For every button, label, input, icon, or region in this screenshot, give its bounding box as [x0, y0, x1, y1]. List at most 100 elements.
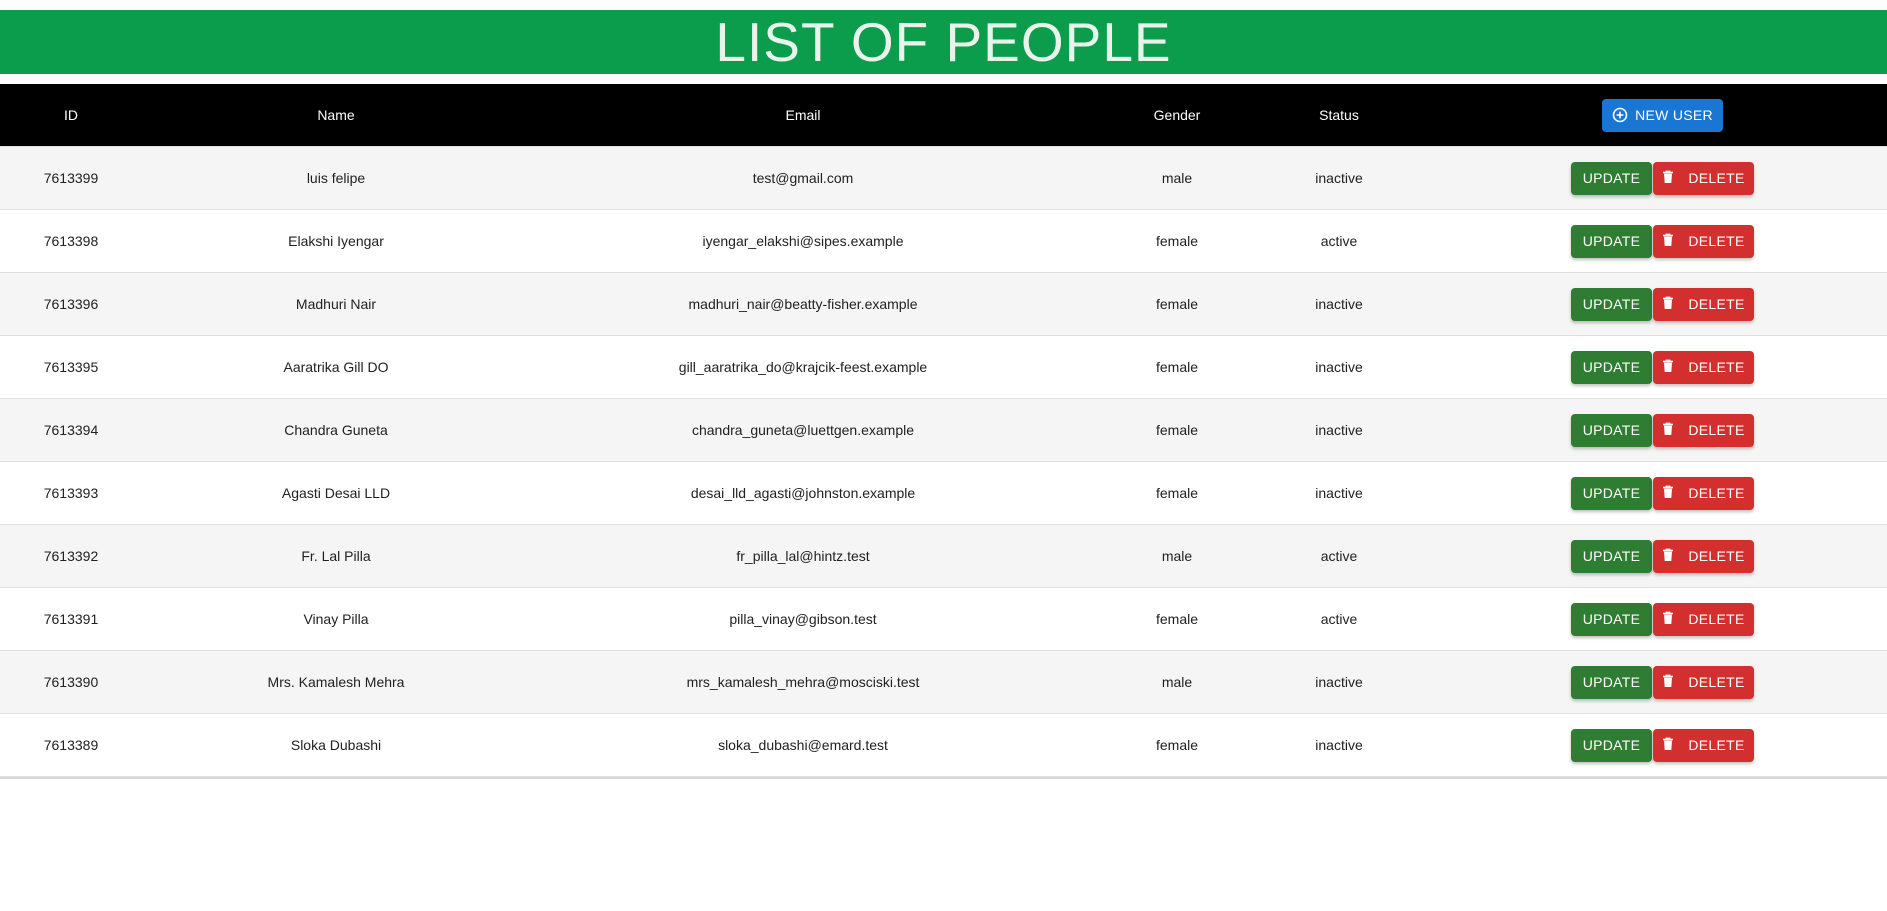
delete-button[interactable]: DELETE	[1653, 161, 1754, 195]
trash-icon	[1662, 611, 1678, 627]
table-bottom-border	[0, 777, 1887, 779]
update-button[interactable]: UPDATE	[1571, 287, 1652, 321]
delete-label: DELETE	[1688, 422, 1745, 438]
column-header-actions: NEW USER	[1400, 84, 1887, 146]
update-button[interactable]: UPDATE	[1571, 350, 1652, 384]
table-row: 7613394 Chandra Guneta chandra_guneta@luet…	[0, 399, 1887, 462]
cell-status: active	[1320, 548, 1358, 564]
update-label: UPDATE	[1582, 674, 1641, 690]
cell-actions: UPDATE DELETE	[1400, 273, 1887, 335]
delete-button[interactable]: DELETE	[1653, 413, 1754, 447]
table-body: 7613399 luis felipe test@gmail.com male inac…	[0, 147, 1887, 777]
cell-gender: male	[1161, 170, 1193, 186]
update-button[interactable]: UPDATE	[1571, 602, 1652, 636]
cell-email: test@gmail.com	[752, 170, 854, 186]
page-title: LIST OF PEOPLE	[715, 11, 1172, 73]
cell-gender: female	[1155, 485, 1199, 501]
cell-email: mrs_kamalesh_mehra@mosciski.test	[686, 674, 920, 690]
column-header-email: Email	[785, 107, 821, 123]
update-label: UPDATE	[1582, 170, 1641, 186]
update-button[interactable]: UPDATE	[1571, 539, 1652, 573]
delete-button[interactable]: DELETE	[1653, 350, 1754, 384]
add-circle-icon	[1612, 107, 1628, 123]
update-label: UPDATE	[1582, 737, 1641, 753]
update-button[interactable]: UPDATE	[1571, 476, 1652, 510]
cell-status: inactive	[1315, 422, 1363, 438]
update-button[interactable]: UPDATE	[1571, 161, 1652, 195]
cell-id: 7613399	[43, 170, 99, 186]
cell-email: madhuri_nair@beatty-fisher.example	[688, 296, 918, 312]
cell-id: 7613392	[43, 548, 99, 564]
cell-gender: female	[1155, 296, 1199, 312]
cell-gender: female	[1155, 737, 1199, 753]
new-user-button[interactable]: NEW USER	[1602, 98, 1723, 132]
update-button[interactable]: UPDATE	[1571, 728, 1652, 762]
cell-id: 7613391	[43, 611, 99, 627]
cell-id: 7613396	[43, 296, 99, 312]
update-label: UPDATE	[1582, 359, 1641, 375]
trash-icon	[1662, 674, 1678, 690]
cell-actions: UPDATE DELETE	[1400, 525, 1887, 587]
cell-actions: UPDATE DELETE	[1400, 210, 1887, 272]
update-button[interactable]: UPDATE	[1571, 413, 1652, 447]
cell-email: pilla_vinay@gibson.test	[729, 611, 877, 627]
cell-status: active	[1320, 233, 1358, 249]
cell-status: inactive	[1315, 359, 1363, 375]
table-header-row: ID Name Email Gender Status NEW USER	[0, 84, 1887, 147]
delete-button[interactable]: DELETE	[1653, 728, 1754, 762]
cell-id: 7613393	[43, 485, 99, 501]
cell-email: chandra_guneta@luettgen.example	[691, 422, 915, 438]
trash-icon	[1662, 170, 1678, 186]
cell-name: Chandra Guneta	[284, 422, 388, 438]
delete-button[interactable]: DELETE	[1653, 665, 1754, 699]
cell-actions: UPDATE DELETE	[1400, 462, 1887, 524]
delete-button[interactable]: DELETE	[1653, 287, 1754, 321]
cell-status: inactive	[1315, 737, 1363, 753]
delete-button[interactable]: DELETE	[1653, 476, 1754, 510]
cell-id: 7613389	[43, 737, 99, 753]
trash-icon	[1662, 233, 1678, 249]
delete-button[interactable]: DELETE	[1653, 602, 1754, 636]
delete-label: DELETE	[1688, 674, 1745, 690]
cell-name: Vinay Pilla	[303, 611, 369, 627]
cell-actions: UPDATE DELETE	[1400, 336, 1887, 398]
update-label: UPDATE	[1582, 296, 1641, 312]
cell-status: inactive	[1315, 674, 1363, 690]
update-label: UPDATE	[1582, 422, 1641, 438]
cell-gender: male	[1161, 548, 1193, 564]
cell-status: inactive	[1315, 485, 1363, 501]
cell-name: Fr. Lal Pilla	[301, 548, 371, 564]
cell-id: 7613395	[43, 359, 99, 375]
column-header-id: ID	[64, 107, 78, 123]
new-user-label: NEW USER	[1635, 107, 1713, 123]
column-header-status: Status	[1319, 107, 1359, 123]
cell-actions: UPDATE DELETE	[1400, 588, 1887, 650]
cell-status: inactive	[1315, 296, 1363, 312]
delete-label: DELETE	[1688, 548, 1745, 564]
delete-button[interactable]: DELETE	[1653, 539, 1754, 573]
trash-icon	[1662, 737, 1678, 753]
delete-label: DELETE	[1688, 359, 1745, 375]
cell-email: gill_aaratrika_do@krajcik-feest.example	[678, 359, 928, 375]
cell-email: fr_pilla_lal@hintz.test	[736, 548, 870, 564]
cell-name: Elakshi Iyengar	[288, 233, 384, 249]
cell-id: 7613390	[43, 674, 99, 690]
cell-gender: male	[1161, 674, 1193, 690]
delete-button[interactable]: DELETE	[1653, 224, 1754, 258]
cell-id: 7613398	[43, 233, 99, 249]
column-header-gender: Gender	[1153, 107, 1201, 123]
cell-status: active	[1320, 611, 1358, 627]
update-button[interactable]: UPDATE	[1571, 665, 1652, 699]
update-button[interactable]: UPDATE	[1571, 224, 1652, 258]
cell-actions: UPDATE DELETE	[1400, 147, 1887, 209]
column-header-name: Name	[317, 107, 355, 123]
cell-name: Aaratrika Gill DO	[283, 359, 389, 375]
cell-name: Sloka Dubashi	[290, 737, 382, 753]
cell-status: inactive	[1315, 170, 1363, 186]
update-label: UPDATE	[1582, 611, 1641, 627]
cell-email: iyengar_elakshi@sipes.example	[702, 233, 904, 249]
delete-label: DELETE	[1688, 737, 1745, 753]
cell-gender: female	[1155, 233, 1199, 249]
table-row: 7613395 Aaratrika Gill DO gill_aaratrika_d…	[0, 336, 1887, 399]
update-label: UPDATE	[1582, 548, 1641, 564]
